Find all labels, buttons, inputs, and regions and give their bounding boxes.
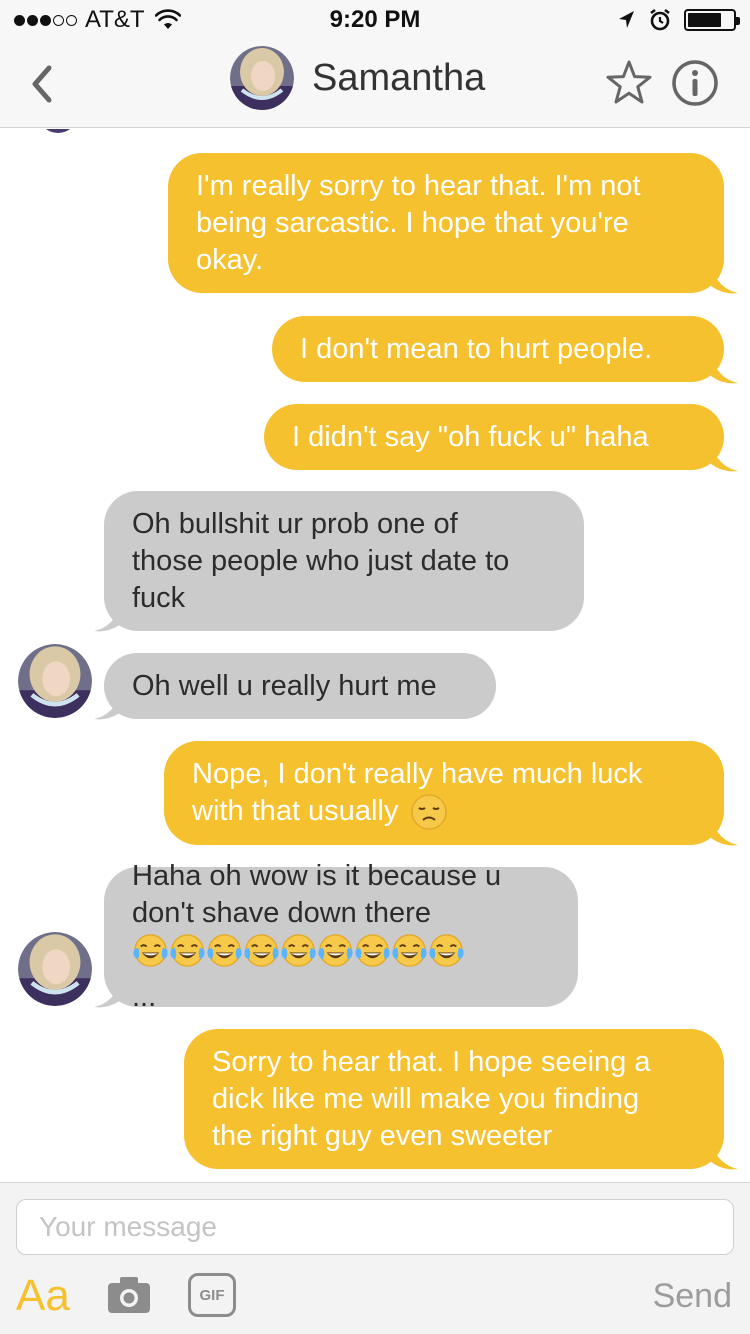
tears-of-joy-emoji-icon xyxy=(244,934,279,967)
tears-of-joy-emoji-icon xyxy=(318,934,353,967)
emoji-row: ... xyxy=(132,932,501,1016)
gif-button[interactable]: GIF xyxy=(188,1273,236,1317)
status-right xyxy=(616,8,740,32)
message-text: I didn't say "oh fuck u" haha xyxy=(292,420,649,453)
ellipsis-text: ... xyxy=(132,981,157,1013)
back-button[interactable] xyxy=(22,60,62,108)
chevron-left-icon xyxy=(32,65,52,103)
message-composer: Aa GIF Send xyxy=(0,1182,750,1334)
message-bubble-outgoing[interactable]: Sorry to hear that. I hope seeing a dick… xyxy=(184,1029,724,1169)
battery-level xyxy=(688,13,721,27)
message-text: Oh well u really hurt me xyxy=(132,669,437,702)
battery-tip xyxy=(736,17,740,25)
contact-avatar[interactable] xyxy=(18,644,92,718)
message-text: Haha oh wow is it because u don't shave … xyxy=(132,858,501,1016)
bubble-tail xyxy=(94,603,122,632)
contact-name: Samantha xyxy=(312,56,486,99)
message-text: I'm really sorry to hear that. I'm not b… xyxy=(196,169,641,276)
message-bubble-outgoing[interactable]: I didn't say "oh fuck u" haha xyxy=(264,404,724,470)
tears-of-joy-emoji-icon xyxy=(281,934,316,967)
alarm-icon xyxy=(650,8,670,31)
tears-of-joy-emoji-icon xyxy=(133,934,168,967)
tears-of-joy-emoji-icon xyxy=(170,934,205,967)
bubble-tail xyxy=(710,265,738,294)
bubble-tail xyxy=(94,691,122,720)
favorite-button[interactable] xyxy=(604,58,654,108)
message-text: Oh bullshit ur prob one of those people … xyxy=(132,507,510,614)
tears-of-joy-emoji-icon xyxy=(392,934,427,967)
message-bubble-outgoing[interactable]: I don't mean to hurt people. xyxy=(272,316,724,382)
message-input[interactable] xyxy=(16,1199,734,1255)
avatar xyxy=(38,129,78,133)
text-format-button[interactable]: Aa xyxy=(16,1271,70,1321)
tears-of-joy-emoji-icon xyxy=(429,934,464,967)
message-bubble-outgoing[interactable]: I'm really sorry to hear that. I'm not b… xyxy=(168,153,724,293)
contact-avatar xyxy=(230,46,294,110)
message-bubble-incoming[interactable]: Oh bullshit ur prob one of those people … xyxy=(104,491,584,631)
bubble-tail xyxy=(94,979,122,1008)
message-text: I don't mean to hurt people. xyxy=(300,332,653,365)
bubble-tail xyxy=(710,817,738,846)
contact-info[interactable]: Samantha xyxy=(230,46,485,110)
message-text: Nope, I don't really have much luck with… xyxy=(192,756,642,831)
contact-avatar[interactable] xyxy=(18,932,92,1006)
bubble-tail xyxy=(710,355,738,384)
info-icon xyxy=(672,60,718,106)
conversation-header: Samantha xyxy=(0,40,750,128)
message-line: with that usually xyxy=(192,793,642,831)
message-bubble-outgoing[interactable]: Nope, I don't really have much luck with… xyxy=(164,741,724,845)
tears-of-joy-emoji-icon xyxy=(355,934,390,967)
tears-of-joy-emoji-icon xyxy=(207,934,242,967)
bubble-tail xyxy=(710,1141,738,1170)
message-bubble-incoming[interactable]: Haha oh wow is it because u don't shave … xyxy=(104,860,578,1013)
message-bubble-incoming[interactable]: Oh well u really hurt me xyxy=(104,653,496,719)
location-arrow-icon xyxy=(619,11,634,28)
camera-icon[interactable] xyxy=(106,1273,152,1317)
disappointed-face-emoji-icon xyxy=(411,793,448,830)
send-button[interactable]: Send xyxy=(653,1275,732,1317)
message-list[interactable]: I'm really sorry to hear that. I'm not b… xyxy=(0,129,750,1182)
bubble-tail xyxy=(710,443,738,472)
info-button[interactable] xyxy=(670,58,720,108)
star-icon xyxy=(606,60,652,104)
message-text: Sorry to hear that. I hope seeing a dick… xyxy=(212,1045,651,1152)
battery-icon xyxy=(684,9,740,31)
status-bar: AT&T 9:20 PM xyxy=(0,0,750,40)
